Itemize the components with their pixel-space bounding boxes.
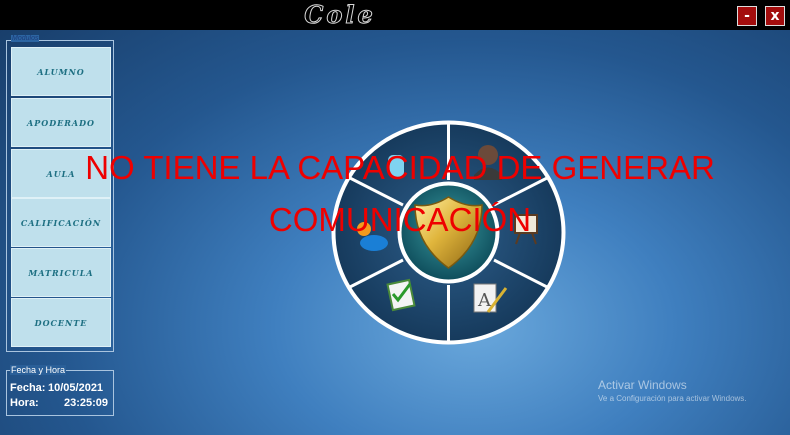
date-row: Fecha: 10/05/2021 xyxy=(10,382,103,394)
title-bar: Cole - x xyxy=(0,0,790,30)
no-communication-message: NO TIENE LA CAPACIDAD DE GENERAR COMUNIC… xyxy=(40,142,760,246)
matricula-button[interactable]: MATRICULA xyxy=(11,248,111,297)
datetime-legend: Fecha y Hora xyxy=(10,365,67,375)
activate-windows-watermark: Activar Windows Ve a Configuración para … xyxy=(598,378,747,406)
datetime-panel: Fecha y Hora Fecha: 10/05/2021 Hora: 23:25… xyxy=(6,365,114,416)
modules-legend: Modulos xyxy=(11,35,40,42)
date-value: 10/05/2021 xyxy=(48,382,104,394)
date-label: Fecha: xyxy=(10,382,46,394)
time-value: 23:25:09 xyxy=(64,397,109,409)
message-line-2: COMUNICACIÓN xyxy=(268,201,532,238)
enrollment-segment-icon[interactable] xyxy=(386,278,416,312)
time-row: Hora: 23:25:09 xyxy=(10,397,108,409)
app-title: Cole xyxy=(304,0,376,29)
activate-windows-subtitle: Ve a Configuración para activar Windows. xyxy=(598,394,747,403)
message-line-1: NO TIENE LA CAPACIDAD DE GENERAR xyxy=(85,149,715,186)
activate-windows-title: Activar Windows xyxy=(598,378,687,392)
time-label: Hora: xyxy=(10,397,39,409)
apoderado-button[interactable]: APODERADO xyxy=(11,98,111,147)
docente-button[interactable]: DOCENTE xyxy=(11,298,111,347)
close-button[interactable]: x xyxy=(765,6,785,26)
alumno-button[interactable]: ALUMNO xyxy=(11,47,111,96)
minimize-button[interactable]: - xyxy=(737,6,757,26)
